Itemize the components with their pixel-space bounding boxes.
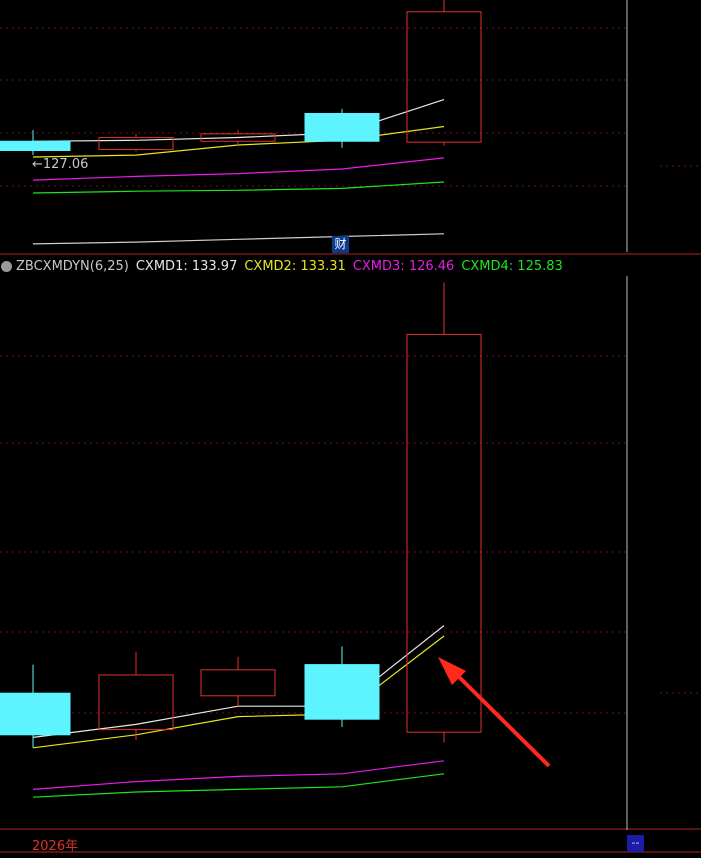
legend-cxmd2: CXMD2: 133.31	[244, 258, 346, 274]
price-marker-label: ←127.06	[32, 157, 88, 172]
series-line-4	[32, 181, 445, 194]
chart-stage: ←127.06	[0, 0, 701, 853]
financial-report-badge[interactable]: 财	[332, 236, 349, 253]
series-line-4	[32, 773, 445, 798]
series-line-3	[32, 760, 445, 790]
indicator-legend: ZBCXMDYN(6,25) CXMD1: 133.97 CXMD2: 133.…	[0, 256, 570, 276]
candle-body-down	[0, 692, 71, 736]
candle-body-down	[304, 664, 380, 720]
candle-body-up	[200, 669, 276, 697]
legend-cxmd4: CXMD4: 125.83	[461, 258, 563, 274]
candle-body-down	[304, 113, 380, 142]
series-line-1	[32, 625, 445, 738]
time-axis-year-label: 2026年	[32, 839, 79, 854]
candle-body-up	[98, 674, 174, 731]
series-line-3	[32, 157, 445, 181]
series-line-2	[32, 635, 445, 749]
candle-body-up	[406, 11, 482, 143]
volume-reference-line	[32, 233, 445, 245]
candle-body-up	[406, 333, 482, 733]
right-corner-box[interactable]: --	[627, 835, 644, 852]
legend-cxmd1: CXMD1: 133.97	[135, 258, 238, 274]
candle-body-down	[0, 140, 71, 151]
annotation-arrow-shaft	[448, 666, 551, 768]
settings-gear-icon[interactable]	[1, 260, 12, 272]
indicator-name[interactable]: ZBCXMDYN(6,25)	[16, 259, 129, 274]
legend-cxmd3: CXMD3: 126.46	[352, 258, 455, 274]
